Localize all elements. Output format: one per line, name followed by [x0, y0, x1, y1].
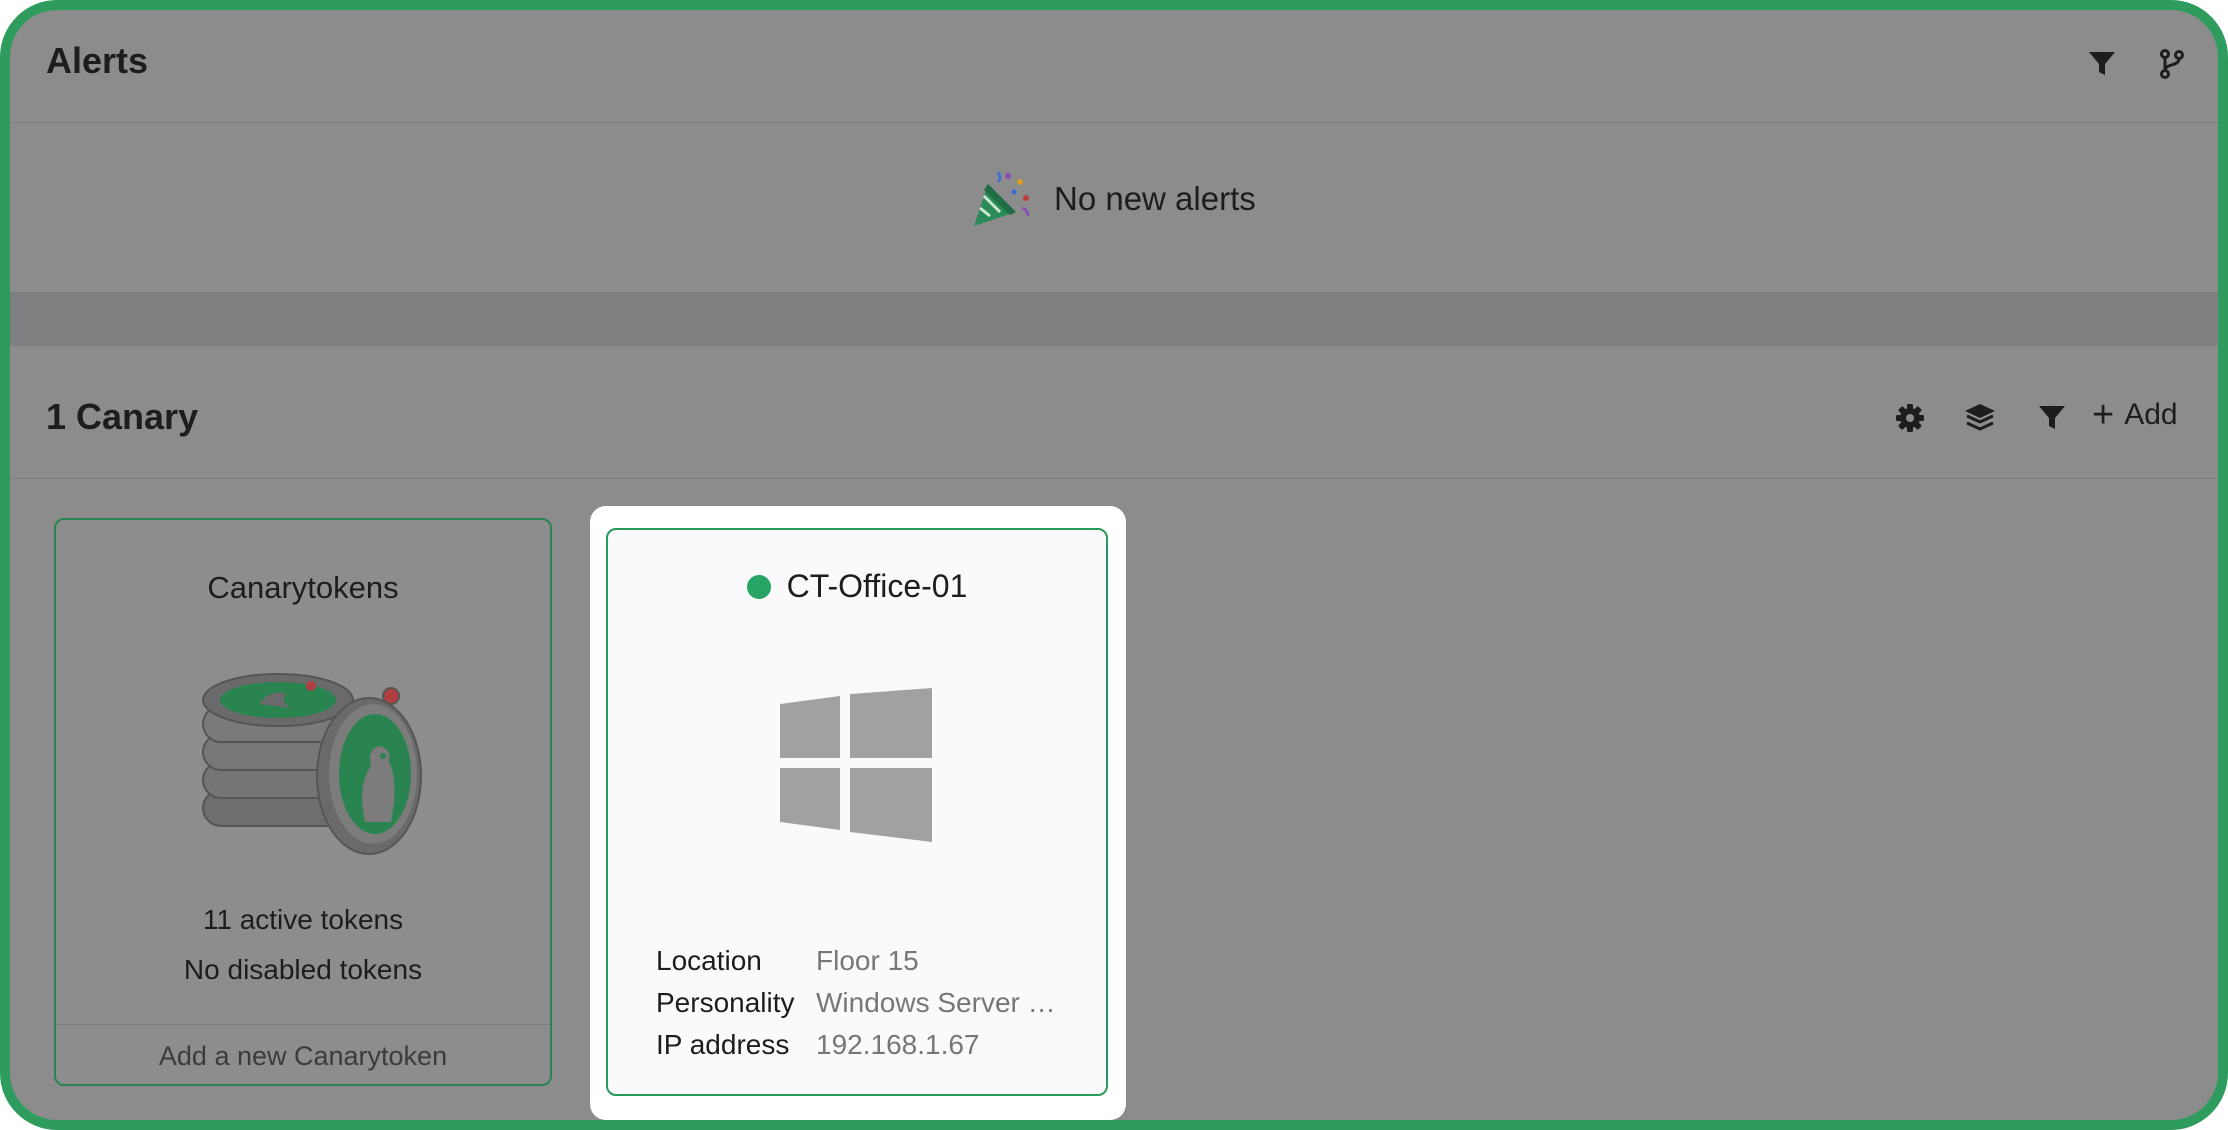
add-canary-label: Add	[2124, 398, 2178, 431]
settings-gear-icon[interactable]	[1892, 400, 1928, 436]
alerts-empty-state: No new alerts	[10, 123, 2218, 291]
device-name: CT-Office-01	[786, 568, 968, 604]
plus-icon: +	[2092, 394, 2115, 436]
detail-row-personality: Personality Windows Server …	[656, 982, 1076, 1024]
detail-row-location: Location Floor 15	[656, 940, 1076, 982]
canarytoken-coins-icon	[202, 673, 422, 855]
detail-label: Personality	[656, 987, 795, 1018]
device-card[interactable]: CT-Office-01 Location Floor 15 Personali…	[606, 528, 1108, 1096]
alerts-filter-icon[interactable]	[2084, 46, 2120, 82]
windows-logo-icon	[780, 688, 932, 842]
canarytokens-card[interactable]: Canarytokens 11 active tokens No disable…	[54, 518, 552, 1086]
layers-icon[interactable]	[1962, 400, 1998, 436]
detail-value: 192.168.1.67	[816, 1029, 980, 1060]
detail-label: Location	[656, 945, 762, 976]
device-header: CT-Office-01	[608, 568, 1106, 605]
detail-value: Floor 15	[816, 945, 919, 976]
detail-value: Windows Server …	[816, 987, 1056, 1018]
section-divider	[10, 292, 2218, 346]
active-tokens-count: 11 active tokens	[202, 904, 404, 935]
status-online-dot	[746, 574, 771, 599]
detail-row-ip-address: IP address 192.168.1.67	[656, 1024, 1076, 1066]
party-popper-icon	[974, 171, 1030, 226]
add-canarytoken-link[interactable]: Add a new Canarytoken	[56, 1024, 550, 1087]
canaries-title: 1 Canary	[46, 396, 199, 437]
app-window: Alerts No new alerts 1 Canary + Add Cana…	[0, 0, 2228, 1130]
detail-label: IP address	[656, 1029, 790, 1060]
canaries-filter-icon[interactable]	[2034, 400, 2070, 436]
canarytokens-title: Canarytokens	[207, 570, 399, 605]
alerts-header: Alerts	[10, 10, 2218, 123]
add-canary-button[interactable]: + Add	[2092, 396, 2178, 434]
git-branch-icon[interactable]	[2154, 46, 2190, 82]
device-card-highlight: CT-Office-01 Location Floor 15 Personali…	[590, 506, 1126, 1120]
alerts-title: Alerts	[46, 40, 149, 81]
disabled-tokens-status: No disabled tokens	[183, 954, 423, 985]
no-alerts-message: No new alerts	[1054, 180, 1256, 217]
canaries-header: 1 Canary + Add	[10, 346, 2218, 479]
device-details: Location Floor 15 Personality Windows Se…	[656, 940, 1076, 1066]
